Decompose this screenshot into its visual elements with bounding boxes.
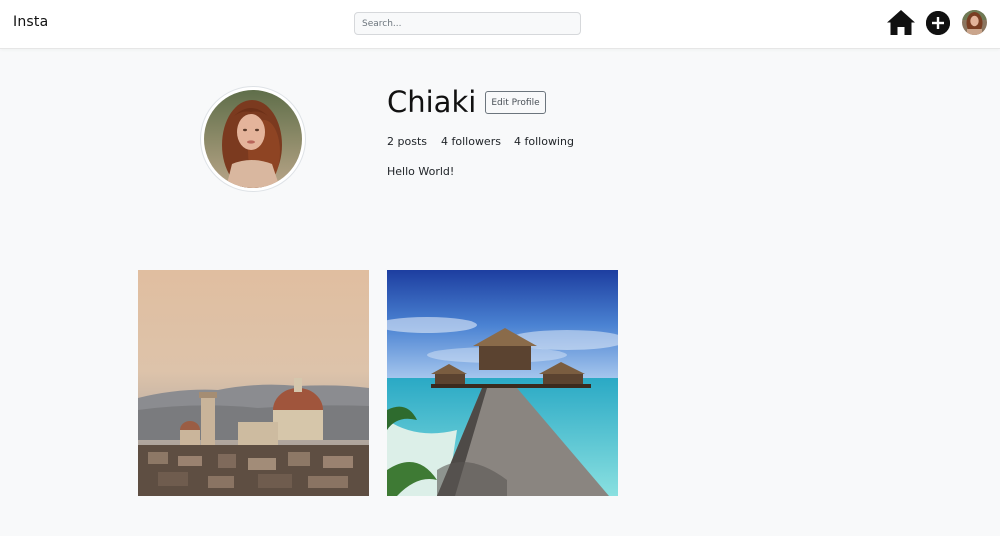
following-count[interactable]: 4 following xyxy=(514,135,574,148)
posts-count: 2 posts xyxy=(387,135,427,148)
search-input[interactable] xyxy=(354,12,581,35)
followers-count[interactable]: 4 followers xyxy=(441,135,501,148)
home-icon xyxy=(887,10,915,35)
profile-photo xyxy=(204,90,302,188)
post-image-beach xyxy=(387,270,618,496)
profile-avatar xyxy=(200,86,306,192)
new-post-button[interactable] xyxy=(926,11,950,35)
home-button[interactable] xyxy=(886,9,916,36)
post-image-florence xyxy=(138,270,369,496)
post-thumbnail[interactable] xyxy=(138,270,369,496)
post-thumbnail[interactable] xyxy=(387,270,618,496)
edit-profile-button[interactable]: Edit Profile xyxy=(485,91,546,114)
plus-circle-icon xyxy=(926,11,950,35)
profile-bio: Hello World! xyxy=(387,165,455,178)
brand-logo[interactable]: Insta xyxy=(13,14,48,30)
user-avatar[interactable] xyxy=(962,10,987,35)
profile-username: Chiaki xyxy=(387,85,477,119)
top-navbar: Insta xyxy=(0,0,1000,49)
avatar-image xyxy=(962,10,987,35)
